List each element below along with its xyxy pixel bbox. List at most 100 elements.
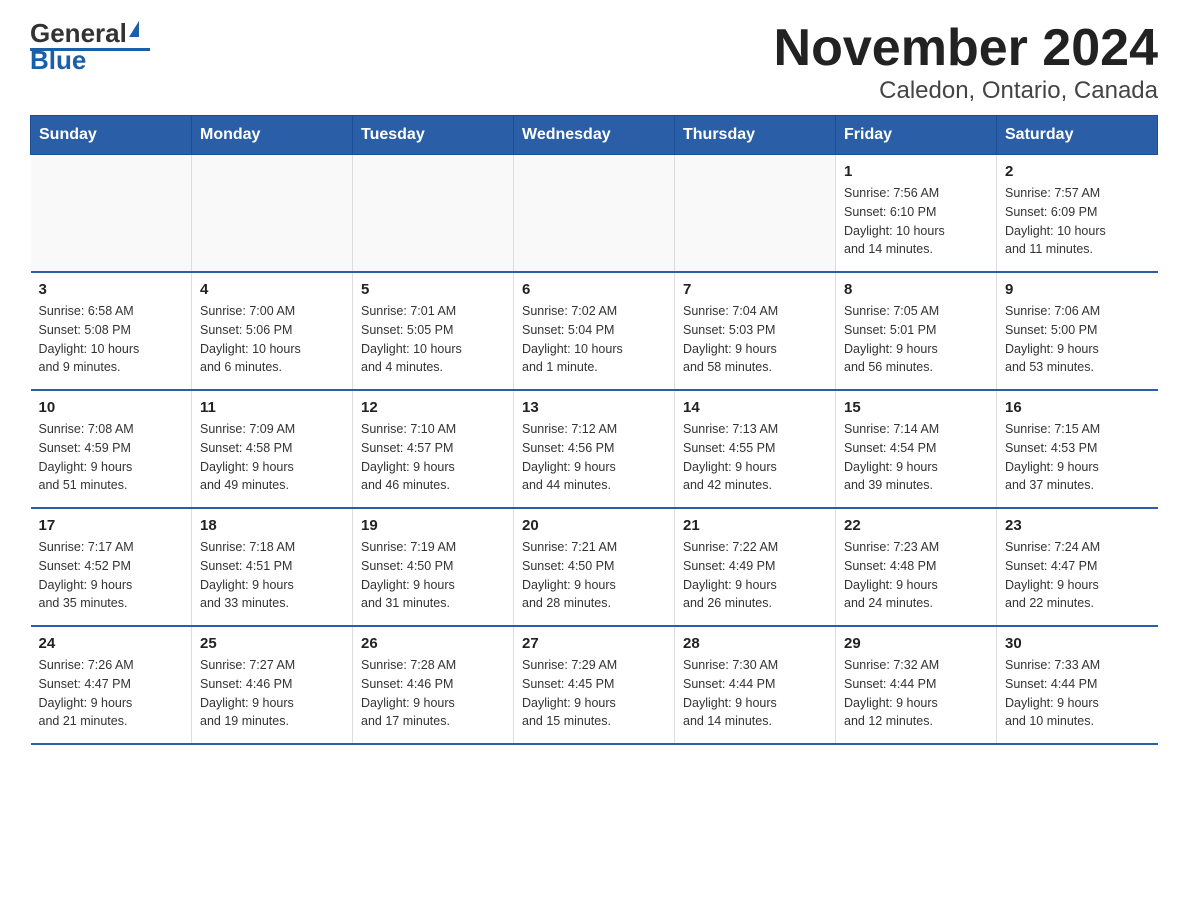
week-row-3: 10 Sunrise: 7:08 AM Sunset: 4:59 PM Dayli…: [31, 390, 1158, 508]
day-cell: [675, 155, 836, 273]
day-number: 24: [39, 635, 184, 652]
day-number: 6: [522, 281, 666, 298]
day-number: 19: [361, 517, 505, 534]
day-cell: 5 Sunrise: 7:01 AM Sunset: 5:05 PM Daylig…: [353, 272, 514, 390]
day-number: 11: [200, 399, 344, 416]
day-info: Sunrise: 7:06 AM Sunset: 5:00 PM Dayligh…: [1005, 302, 1150, 377]
day-info: Sunrise: 7:19 AM Sunset: 4:50 PM Dayligh…: [361, 538, 505, 613]
day-info: Sunrise: 7:32 AM Sunset: 4:44 PM Dayligh…: [844, 656, 988, 731]
day-number: 8: [844, 281, 988, 298]
day-number: 18: [200, 517, 344, 534]
day-cell: 25 Sunrise: 7:27 AM Sunset: 4:46 PM Dayli…: [192, 626, 353, 744]
day-number: 25: [200, 635, 344, 652]
calendar-title: November 2024: [774, 20, 1158, 77]
day-number: 2: [1005, 163, 1150, 180]
day-number: 23: [1005, 517, 1150, 534]
day-cell: 14 Sunrise: 7:13 AM Sunset: 4:55 PM Dayli…: [675, 390, 836, 508]
day-info: Sunrise: 7:15 AM Sunset: 4:53 PM Dayligh…: [1005, 420, 1150, 495]
day-number: 12: [361, 399, 505, 416]
day-number: 21: [683, 517, 827, 534]
day-info: Sunrise: 7:17 AM Sunset: 4:52 PM Dayligh…: [39, 538, 184, 613]
day-cell: 20 Sunrise: 7:21 AM Sunset: 4:50 PM Dayli…: [514, 508, 675, 626]
day-cell: 29 Sunrise: 7:32 AM Sunset: 4:44 PM Dayli…: [836, 626, 997, 744]
day-info: Sunrise: 7:02 AM Sunset: 5:04 PM Dayligh…: [522, 302, 666, 377]
day-number: 1: [844, 163, 988, 180]
day-cell: [31, 155, 192, 273]
day-number: 20: [522, 517, 666, 534]
day-number: 29: [844, 635, 988, 652]
day-info: Sunrise: 7:26 AM Sunset: 4:47 PM Dayligh…: [39, 656, 184, 731]
day-cell: 4Sunrise: 7:00 AM Sunset: 5:06 PM Daylig…: [192, 272, 353, 390]
day-info: Sunrise: 7:18 AM Sunset: 4:51 PM Dayligh…: [200, 538, 344, 613]
header-cell-tuesday: Tuesday: [353, 116, 514, 155]
day-info: Sunrise: 7:08 AM Sunset: 4:59 PM Dayligh…: [39, 420, 184, 495]
day-info: Sunrise: 7:30 AM Sunset: 4:44 PM Dayligh…: [683, 656, 827, 731]
day-cell: 6 Sunrise: 7:02 AM Sunset: 5:04 PM Daylig…: [514, 272, 675, 390]
day-number: 15: [844, 399, 988, 416]
day-info: Sunrise: 7:00 AM Sunset: 5:06 PM Dayligh…: [200, 302, 344, 377]
day-number: 14: [683, 399, 827, 416]
day-number: 7: [683, 281, 827, 298]
day-info: Sunrise: 7:57 AM Sunset: 6:09 PM Dayligh…: [1005, 184, 1150, 259]
day-number: 26: [361, 635, 505, 652]
week-row-5: 24 Sunrise: 7:26 AM Sunset: 4:47 PM Dayli…: [31, 626, 1158, 744]
logo-triangle-icon: [129, 21, 139, 37]
day-cell: 2 Sunrise: 7:57 AM Sunset: 6:09 PM Daylig…: [997, 155, 1158, 273]
day-cell: 9 Sunrise: 7:06 AM Sunset: 5:00 PM Daylig…: [997, 272, 1158, 390]
day-cell: 8 Sunrise: 7:05 AM Sunset: 5:01 PM Daylig…: [836, 272, 997, 390]
day-cell: 28 Sunrise: 7:30 AM Sunset: 4:44 PM Dayli…: [675, 626, 836, 744]
day-number: 9: [1005, 281, 1150, 298]
day-info: Sunrise: 7:21 AM Sunset: 4:50 PM Dayligh…: [522, 538, 666, 613]
day-info: Sunrise: 7:29 AM Sunset: 4:45 PM Dayligh…: [522, 656, 666, 731]
day-info: Sunrise: 7:10 AM Sunset: 4:57 PM Dayligh…: [361, 420, 505, 495]
day-number: 22: [844, 517, 988, 534]
day-cell: 13 Sunrise: 7:12 AM Sunset: 4:56 PM Dayli…: [514, 390, 675, 508]
day-number: 13: [522, 399, 666, 416]
day-cell: 7 Sunrise: 7:04 AM Sunset: 5:03 PM Daylig…: [675, 272, 836, 390]
logo: General Blue: [30, 20, 150, 73]
day-cell: 11 Sunrise: 7:09 AM Sunset: 4:58 PM Dayli…: [192, 390, 353, 508]
day-info: Sunrise: 7:05 AM Sunset: 5:01 PM Dayligh…: [844, 302, 988, 377]
day-cell: 23 Sunrise: 7:24 AM Sunset: 4:47 PM Dayli…: [997, 508, 1158, 626]
day-info: Sunrise: 7:01 AM Sunset: 5:05 PM Dayligh…: [361, 302, 505, 377]
day-info: Sunrise: 6:58 AM Sunset: 5:08 PM Dayligh…: [39, 302, 184, 377]
logo-general: General: [30, 20, 127, 46]
day-number: 28: [683, 635, 827, 652]
day-info: Sunrise: 7:56 AM Sunset: 6:10 PM Dayligh…: [844, 184, 988, 259]
day-info: Sunrise: 7:13 AM Sunset: 4:55 PM Dayligh…: [683, 420, 827, 495]
day-cell: [353, 155, 514, 273]
header-cell-thursday: Thursday: [675, 116, 836, 155]
header-cell-friday: Friday: [836, 116, 997, 155]
day-number: 17: [39, 517, 184, 534]
day-cell: 21Sunrise: 7:22 AM Sunset: 4:49 PM Dayli…: [675, 508, 836, 626]
calendar-table: SundayMondayTuesdayWednesdayThursdayFrid…: [30, 115, 1158, 745]
day-number: 10: [39, 399, 184, 416]
day-info: Sunrise: 7:24 AM Sunset: 4:47 PM Dayligh…: [1005, 538, 1150, 613]
calendar-subtitle: Caledon, Ontario, Canada: [774, 77, 1158, 105]
day-cell: 27 Sunrise: 7:29 AM Sunset: 4:45 PM Dayli…: [514, 626, 675, 744]
day-cell: 26 Sunrise: 7:28 AM Sunset: 4:46 PM Dayli…: [353, 626, 514, 744]
day-info: Sunrise: 7:14 AM Sunset: 4:54 PM Dayligh…: [844, 420, 988, 495]
day-cell: 24 Sunrise: 7:26 AM Sunset: 4:47 PM Dayli…: [31, 626, 192, 744]
day-cell: 10 Sunrise: 7:08 AM Sunset: 4:59 PM Dayli…: [31, 390, 192, 508]
day-info: Sunrise: 7:12 AM Sunset: 4:56 PM Dayligh…: [522, 420, 666, 495]
day-cell: [514, 155, 675, 273]
day-number: 27: [522, 635, 666, 652]
day-info: Sunrise: 7:27 AM Sunset: 4:46 PM Dayligh…: [200, 656, 344, 731]
header-cell-monday: Monday: [192, 116, 353, 155]
day-info: Sunrise: 7:28 AM Sunset: 4:46 PM Dayligh…: [361, 656, 505, 731]
day-cell: 12 Sunrise: 7:10 AM Sunset: 4:57 PM Dayli…: [353, 390, 514, 508]
day-info: Sunrise: 7:09 AM Sunset: 4:58 PM Dayligh…: [200, 420, 344, 495]
header-cell-wednesday: Wednesday: [514, 116, 675, 155]
day-cell: 15 Sunrise: 7:14 AM Sunset: 4:54 PM Dayli…: [836, 390, 997, 508]
day-number: 5: [361, 281, 505, 298]
day-info: Sunrise: 7:04 AM Sunset: 5:03 PM Dayligh…: [683, 302, 827, 377]
day-number: 3: [39, 281, 184, 298]
day-cell: 22Sunrise: 7:23 AM Sunset: 4:48 PM Dayli…: [836, 508, 997, 626]
day-number: 16: [1005, 399, 1150, 416]
calendar-header-row: SundayMondayTuesdayWednesdayThursdayFrid…: [31, 116, 1158, 155]
header: General Blue November 2024 Caledon, Onta…: [30, 20, 1158, 105]
day-cell: 1 Sunrise: 7:56 AM Sunset: 6:10 PM Daylig…: [836, 155, 997, 273]
week-row-2: 3 Sunrise: 6:58 AM Sunset: 5:08 PM Daylig…: [31, 272, 1158, 390]
day-cell: [192, 155, 353, 273]
